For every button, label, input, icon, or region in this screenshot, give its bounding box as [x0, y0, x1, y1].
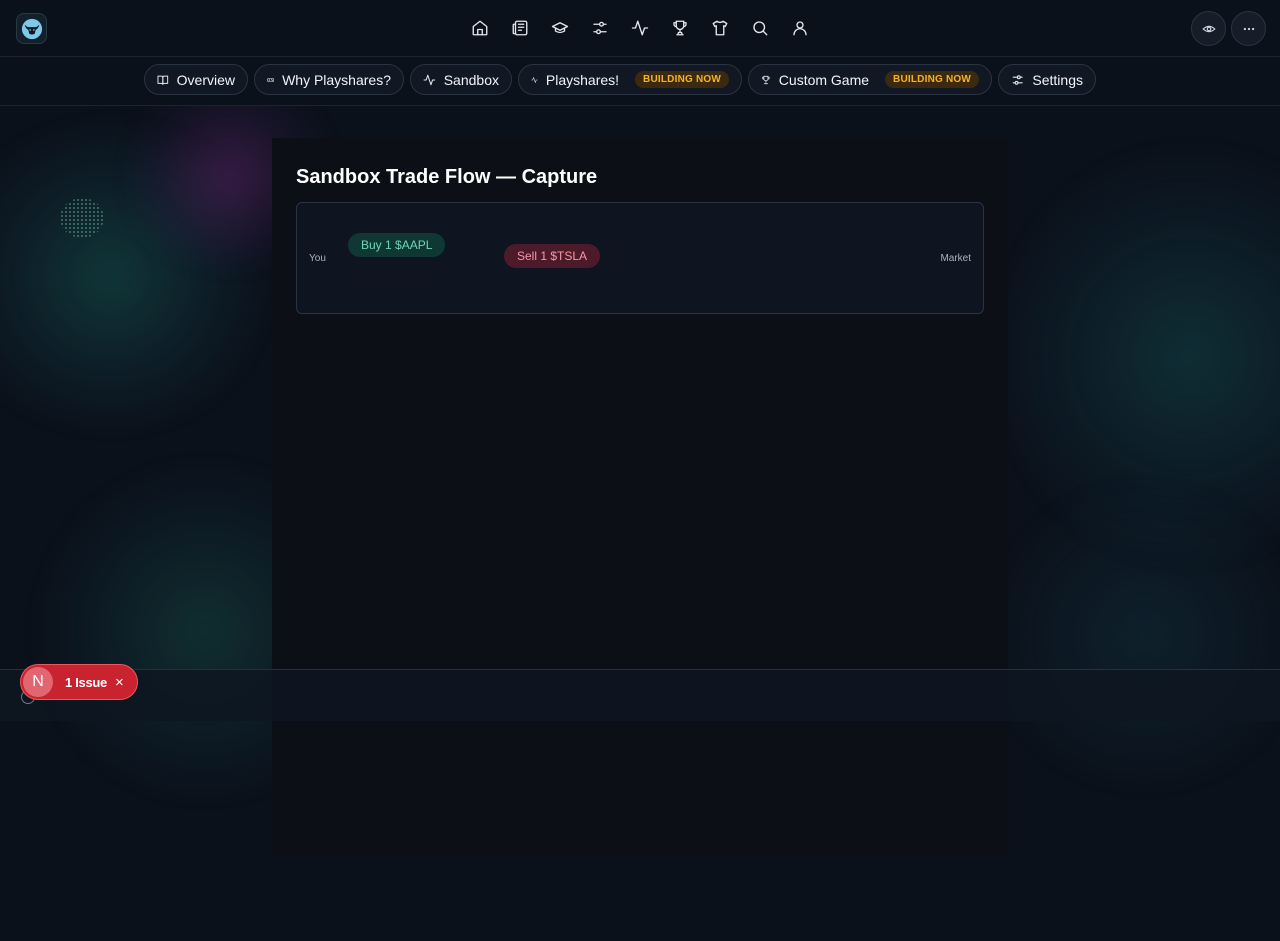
tab-label: Overview — [176, 71, 235, 88]
tab-label: Why Playshares? — [282, 71, 391, 88]
building-now-badge: BUILDING NOW — [635, 71, 729, 88]
tab-label: Settings — [1032, 71, 1083, 88]
building-now-badge: BUILDING NOW — [885, 71, 979, 88]
graduation-cap-icon[interactable] — [546, 14, 574, 42]
close-icon[interactable]: × — [115, 674, 124, 691]
home-icon[interactable] — [466, 14, 494, 42]
issue-badge[interactable]: N 1 Issue × — [20, 664, 138, 700]
section-tabs-bar: Overview Why Playshares? Sandbox Playsha… — [0, 57, 1280, 106]
tab-settings[interactable]: Settings — [998, 64, 1096, 95]
top-navigation-bar — [0, 0, 1280, 57]
more-horizontal-icon — [1243, 27, 1254, 30]
dot-pattern — [60, 198, 104, 238]
activity-icon — [531, 76, 538, 83]
shirt-icon[interactable] — [706, 14, 734, 42]
newspaper-icon[interactable] — [506, 14, 534, 42]
visibility-toggle-button[interactable] — [1191, 11, 1226, 46]
buy-order-pill: Buy 1 $AAPL — [348, 233, 446, 257]
trade-flow-diagram: You Buy 1 $AAPL Sell 1 $TSLA Market — [296, 202, 984, 314]
nextjs-logo-icon: N — [23, 667, 53, 697]
tab-playshares[interactable]: Playshares! BUILDING NOW — [518, 64, 742, 95]
more-options-button[interactable] — [1231, 11, 1266, 46]
tab-label: Playshares! — [545, 71, 620, 88]
tab-sandbox[interactable]: Sandbox — [410, 64, 512, 95]
book-open-icon — [157, 75, 169, 85]
tab-why-playshares[interactable]: Why Playshares? — [254, 64, 404, 95]
trophy-icon[interactable] — [666, 14, 694, 42]
user-icon[interactable] — [786, 14, 814, 42]
main-panel: Sandbox Trade Flow — Capture You Buy 1 $… — [272, 138, 1008, 856]
tab-overview[interactable]: Overview — [144, 64, 248, 95]
tab-label: Sandbox — [443, 71, 499, 88]
sliders-icon — [1012, 74, 1023, 85]
issue-count-label[interactable]: 1 Issue — [65, 675, 107, 690]
activity-icon[interactable] — [626, 14, 654, 42]
sell-order-pill: Sell 1 $TSLA — [504, 244, 601, 268]
flow-left-label: You — [309, 253, 326, 264]
eye-icon — [1201, 25, 1216, 32]
tab-label: Custom Game — [778, 71, 870, 88]
sliders-icon[interactable] — [586, 14, 614, 42]
gamepad-icon — [267, 77, 274, 82]
teal-glow-right-lower — [980, 486, 1280, 786]
search-icon[interactable] — [746, 14, 774, 42]
trophy-icon — [762, 75, 770, 84]
flow-right-label: Market — [940, 253, 971, 264]
activity-icon — [423, 74, 436, 85]
main-nav-icons — [466, 14, 826, 42]
bull-logo-icon[interactable] — [16, 13, 47, 44]
tab-custom-game[interactable]: Custom Game BUILDING NOW — [748, 64, 992, 95]
dev-overlay-bar — [0, 669, 1280, 721]
page-title: Sandbox Trade Flow — Capture — [296, 166, 598, 188]
